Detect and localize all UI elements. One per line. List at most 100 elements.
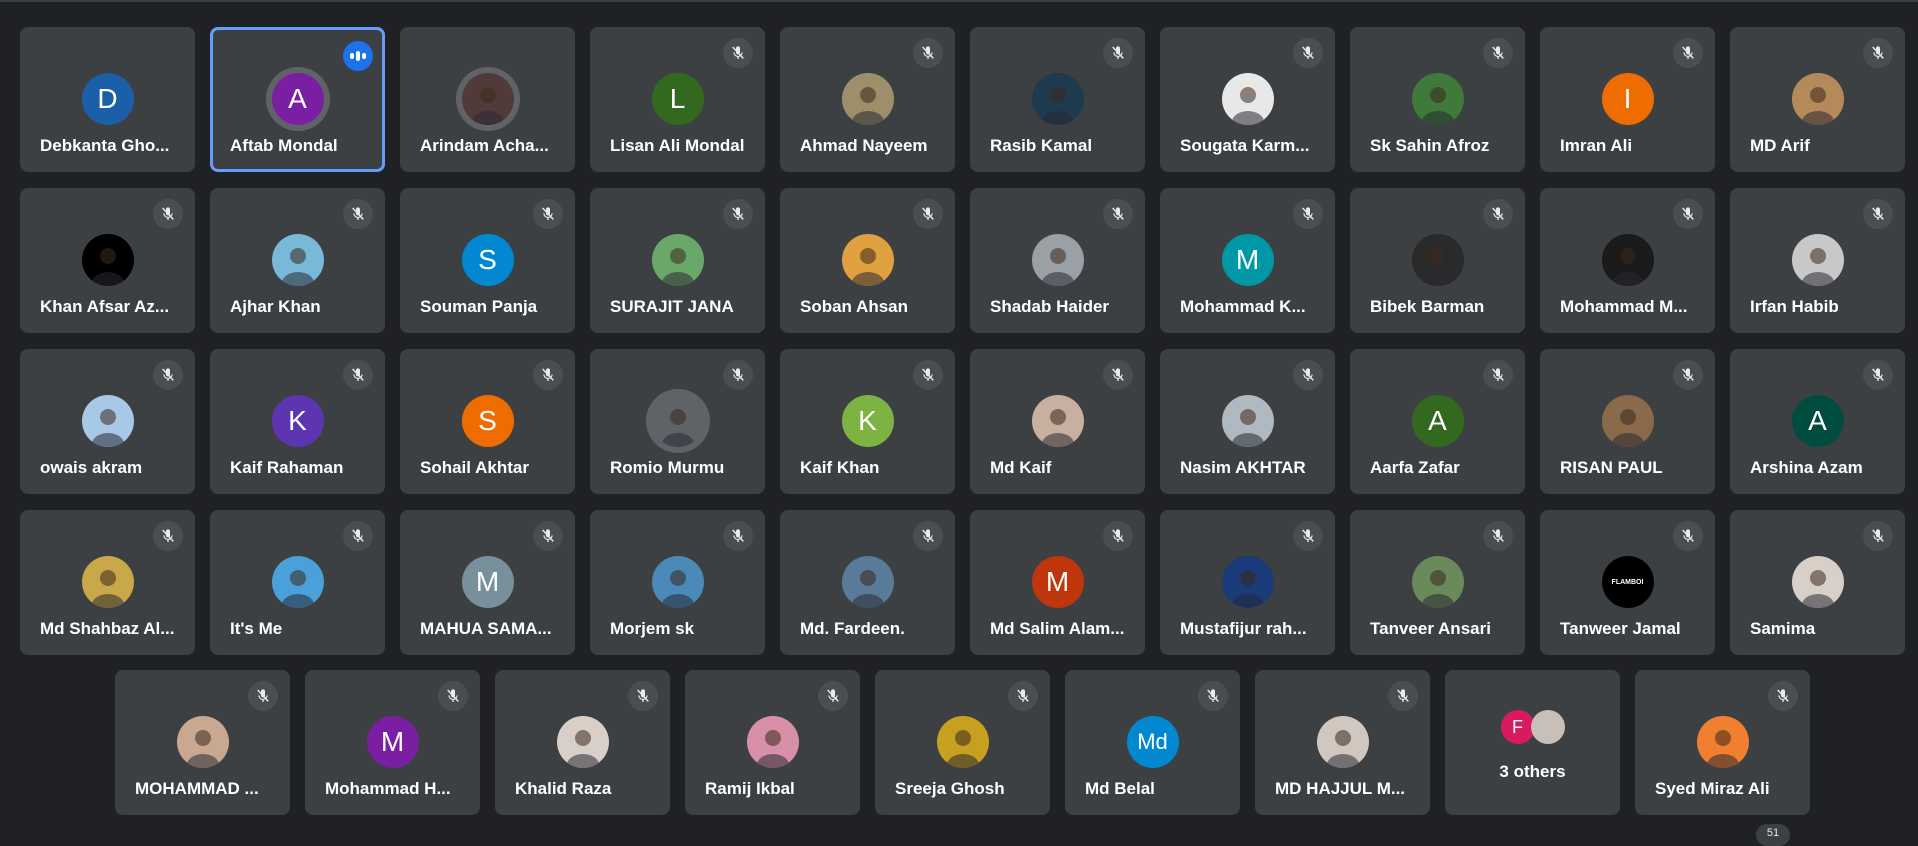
participant-name: Aarfa Zafar (1370, 458, 1460, 477)
avatar: S (461, 234, 514, 286)
avatar-photo (1221, 556, 1274, 608)
participant-tile[interactable]: M MAHUA SAMA... (400, 510, 575, 655)
participant-tile[interactable]: FLAMBOI Tanweer Jamal (1540, 510, 1715, 655)
participant-tile[interactable]: Md Shahbaz Al... (20, 510, 195, 655)
avatar-photo (746, 716, 799, 768)
participant-name: Bibek Barman (1370, 297, 1485, 316)
participant-name: SURAJIT JANA (610, 297, 734, 316)
participant-tile[interactable]: It's Me (210, 510, 385, 655)
participant-tile[interactable]: Samima (1730, 510, 1905, 655)
participant-name: Morjem sk (610, 619, 695, 638)
participant-tile[interactable]: Nasim AKHTAR (1160, 349, 1335, 494)
participant-name: MD Arif (1750, 136, 1810, 155)
participant-tile[interactable]: Sougata Karm... (1160, 27, 1335, 172)
avatar-photo (1411, 556, 1464, 608)
participant-tile[interactable]: M Mohammad K... (1160, 188, 1335, 333)
participant-name: Rasib Kamal (990, 136, 1093, 155)
mic-off-icon (153, 199, 183, 229)
avatar-photo (1316, 716, 1369, 768)
participant-name: Soban Ahsan (800, 297, 908, 316)
participant-tile[interactable]: Mustafijur rah... (1160, 510, 1335, 655)
participant-tile[interactable]: Md Kaif (970, 349, 1145, 494)
mic-off-icon (723, 38, 753, 68)
avatar-photo (1696, 716, 1749, 768)
participant-name: Romio Murmu (610, 458, 725, 477)
avatar-photo (1411, 234, 1464, 286)
participant-tile[interactable]: Md. Fardeen. (780, 510, 955, 655)
mic-off-icon (1293, 38, 1323, 68)
participant-name: Arindam Acha... (420, 136, 549, 155)
participant-name: Sougata Karm... (1180, 136, 1310, 155)
participant-tile[interactable]: Arindam Acha... (400, 27, 575, 172)
participant-name: Imran Ali (1560, 136, 1633, 155)
participant-tile[interactable]: A Aarfa Zafar (1350, 349, 1525, 494)
participant-tile[interactable]: Ramij Ikbal (685, 670, 860, 815)
participant-tile[interactable]: L Lisan Ali Mondal (590, 27, 765, 172)
participant-name: Ramij Ikbal (705, 779, 795, 798)
participant-tile[interactable]: Bibek Barman (1350, 188, 1525, 333)
mic-off-icon (723, 521, 753, 551)
participant-tile[interactable]: M Mohammad H... (305, 670, 480, 815)
others-tile[interactable]: F 3 others (1445, 670, 1620, 815)
participant-tile[interactable]: Rasib Kamal (970, 27, 1145, 172)
avatar: Md (1126, 716, 1179, 768)
participant-tile[interactable]: SURAJIT JANA (590, 188, 765, 333)
participant-tile[interactable]: Soban Ahsan (780, 188, 955, 333)
participant-tile[interactable]: MD Arif (1730, 27, 1905, 172)
avatar: F (1500, 710, 1535, 744)
participant-tile[interactable]: K Kaif Rahaman (210, 349, 385, 494)
mic-off-icon (1863, 38, 1893, 68)
participant-tile[interactable]: owais akram (20, 349, 195, 494)
avatar: A (1791, 395, 1844, 447)
participant-tile[interactable]: A Arshina Azam (1730, 349, 1905, 494)
mic-off-icon (1483, 38, 1513, 68)
mic-off-icon (343, 360, 373, 390)
mic-off-icon (913, 360, 943, 390)
participant-tile[interactable]: Sk Sahin Afroz (1350, 27, 1525, 172)
participant-tile[interactable]: S Souman Panja (400, 188, 575, 333)
participant-name: MOHAMMAD ... (135, 779, 259, 798)
avatar-photo (1221, 73, 1274, 125)
participant-tile[interactable]: S Sohail Akhtar (400, 349, 575, 494)
participant-name: Aftab Mondal (230, 136, 338, 155)
participant-tile[interactable]: A Aftab Mondal (210, 27, 385, 172)
participant-tile[interactable]: Ajhar Khan (210, 188, 385, 333)
avatar-photo (651, 395, 704, 447)
mic-off-icon (1293, 521, 1323, 551)
participant-tile[interactable]: Khan Afsar Az... (20, 188, 195, 333)
participant-tile[interactable]: Syed Miraz Ali (1635, 670, 1810, 815)
participant-name: MAHUA SAMA... (420, 619, 552, 638)
participant-tile[interactable]: RISAN PAUL (1540, 349, 1715, 494)
participant-name: Khalid Raza (515, 779, 612, 798)
participant-tile[interactable]: K Kaif Khan (780, 349, 955, 494)
participant-tile[interactable]: Shadab Haider (970, 188, 1145, 333)
participant-tile[interactable]: Mohammad M... (1540, 188, 1715, 333)
participant-tile[interactable]: Sreeja Ghosh (875, 670, 1050, 815)
avatar-photo: FLAMBOI (1601, 556, 1654, 608)
participant-tile[interactable]: Tanveer Ansari (1350, 510, 1525, 655)
avatar-photo (841, 73, 894, 125)
mic-off-icon (723, 199, 753, 229)
participant-tile[interactable]: Ahmad Nayeem (780, 27, 955, 172)
participant-name: Souman Panja (420, 297, 538, 316)
participant-name: Md Belal (1085, 779, 1155, 798)
avatar: M (1221, 234, 1274, 286)
avatar-photo (461, 73, 514, 125)
participant-count-badge[interactable]: 51 (1756, 824, 1790, 846)
participant-name: Tanveer Ansari (1370, 619, 1491, 638)
participant-tile[interactable]: Irfan Habib (1730, 188, 1905, 333)
participant-tile[interactable]: Romio Murmu (590, 349, 765, 494)
avatar-photo (81, 395, 134, 447)
participant-tile[interactable]: Khalid Raza (495, 670, 670, 815)
participant-tile[interactable]: Md Md Belal (1065, 670, 1240, 815)
avatar: I (1601, 73, 1654, 125)
participant-tile[interactable]: M Md Salim Alam... (970, 510, 1145, 655)
mic-off-icon (1863, 360, 1893, 390)
participant-tile[interactable]: MD HAJJUL M... (1255, 670, 1430, 815)
participant-tile[interactable]: MOHAMMAD ... (115, 670, 290, 815)
avatar: L (651, 73, 704, 125)
participant-tile[interactable]: D Debkanta Gho... (20, 27, 195, 172)
participant-tile[interactable]: I Imran Ali (1540, 27, 1715, 172)
avatar-photo (176, 716, 229, 768)
participant-tile[interactable]: Morjem sk (590, 510, 765, 655)
